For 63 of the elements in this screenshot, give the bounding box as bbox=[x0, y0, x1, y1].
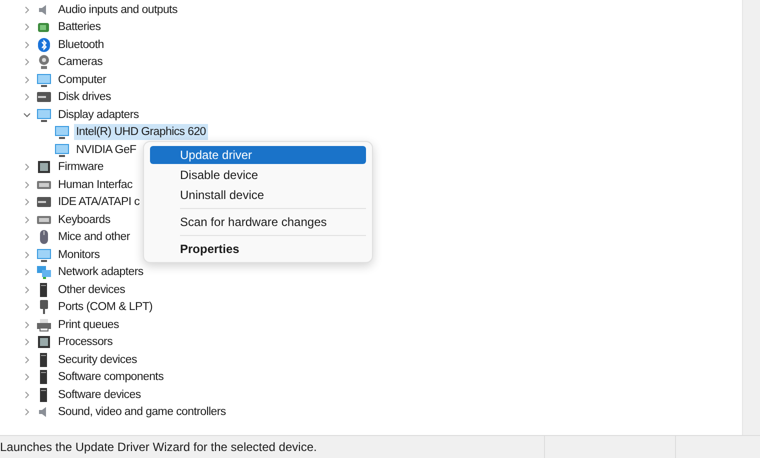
tree-item[interactable]: Other devices bbox=[56, 282, 128, 298]
menu-item[interactable]: Disable device bbox=[150, 166, 366, 184]
chip-icon bbox=[36, 159, 52, 176]
monitor-icon bbox=[36, 72, 52, 88]
tree-item[interactable]: Display adapters bbox=[56, 106, 141, 123]
chevron-icon[interactable] bbox=[22, 197, 32, 208]
tree-item[interactable]: Disk drives bbox=[56, 89, 113, 106]
chevron-icon[interactable] bbox=[22, 214, 32, 225]
tree-item[interactable]: Intel(R) UHD Graphics 620 bbox=[74, 124, 208, 140]
chevron-icon[interactable] bbox=[22, 57, 32, 68]
menu-item[interactable]: Uninstall device bbox=[150, 186, 366, 204]
chevron-icon[interactable] bbox=[22, 320, 32, 330]
tree-item[interactable]: Sound, video and game controllers bbox=[56, 404, 228, 420]
chevron-icon[interactable] bbox=[22, 22, 32, 32]
tree-item[interactable]: Network adapters bbox=[56, 264, 146, 280]
tree-item[interactable]: Software components bbox=[56, 369, 166, 386]
chip-icon bbox=[36, 334, 52, 350]
chevron-icon[interactable] bbox=[22, 267, 32, 278]
chevron-icon[interactable] bbox=[22, 372, 32, 382]
tree-item[interactable]: Processors bbox=[56, 334, 115, 350]
monitor-icon bbox=[36, 246, 52, 263]
chevron-icon[interactable] bbox=[22, 4, 32, 15]
chevron-icon[interactable] bbox=[22, 302, 32, 312]
tree-item[interactable]: Software devices bbox=[56, 386, 143, 403]
tree-item[interactable]: Computer bbox=[56, 72, 108, 88]
chevron-icon[interactable] bbox=[22, 337, 32, 348]
chevron-icon[interactable] bbox=[22, 232, 32, 242]
chevron-icon[interactable] bbox=[22, 250, 32, 260]
chevron-icon[interactable] bbox=[22, 92, 32, 102]
tree-item[interactable]: Mice and other bbox=[56, 229, 132, 246]
chevron-icon[interactable] bbox=[22, 407, 32, 418]
chevron-icon[interactable] bbox=[22, 40, 32, 50]
tree-item[interactable]: Keyboards bbox=[56, 212, 112, 228]
tree-item[interactable]: Security devices bbox=[56, 352, 139, 368]
monitor-icon bbox=[36, 106, 52, 123]
webcam-icon bbox=[36, 54, 52, 70]
chevron-icon[interactable] bbox=[22, 74, 32, 85]
tree-item[interactable]: NVIDIA GeF bbox=[74, 142, 138, 158]
network-icon bbox=[36, 264, 52, 280]
chevron-icon[interactable] bbox=[22, 354, 32, 365]
tree-item[interactable]: Cameras bbox=[56, 54, 105, 70]
bluetooth-icon bbox=[36, 36, 52, 53]
tree-item[interactable]: Firmware bbox=[56, 159, 106, 176]
tree-item[interactable]: Audio inputs and outputs bbox=[56, 2, 180, 18]
chevron-icon[interactable] bbox=[22, 180, 32, 190]
menu-item[interactable]: Scan for hardware changes bbox=[150, 213, 366, 231]
printer-icon bbox=[36, 316, 52, 333]
menu-item[interactable]: Properties bbox=[150, 240, 366, 258]
tree-item[interactable]: Ports (COM & LPT) bbox=[56, 299, 155, 316]
tree-item[interactable]: Print queues bbox=[56, 316, 121, 333]
chevron-icon[interactable] bbox=[22, 284, 32, 295]
tree-item[interactable]: Monitors bbox=[56, 246, 102, 263]
tree-item[interactable]: Human Interfac bbox=[56, 176, 134, 193]
tree-item[interactable]: IDE ATA/ATAPI c bbox=[56, 194, 142, 210]
monitor-icon bbox=[54, 142, 70, 158]
status-text: Launches the Update Driver Wizard for the selected device. bbox=[0, 439, 318, 456]
menu-item[interactable]: Update driver bbox=[150, 146, 366, 164]
monitor-icon bbox=[54, 124, 70, 140]
scrollbar[interactable] bbox=[742, 0, 760, 435]
chevron-icon[interactable] bbox=[22, 390, 32, 400]
tree-item[interactable]: Batteries bbox=[56, 19, 103, 36]
chevron-icon[interactable] bbox=[22, 162, 32, 172]
tree-item[interactable]: Bluetooth bbox=[56, 36, 106, 53]
